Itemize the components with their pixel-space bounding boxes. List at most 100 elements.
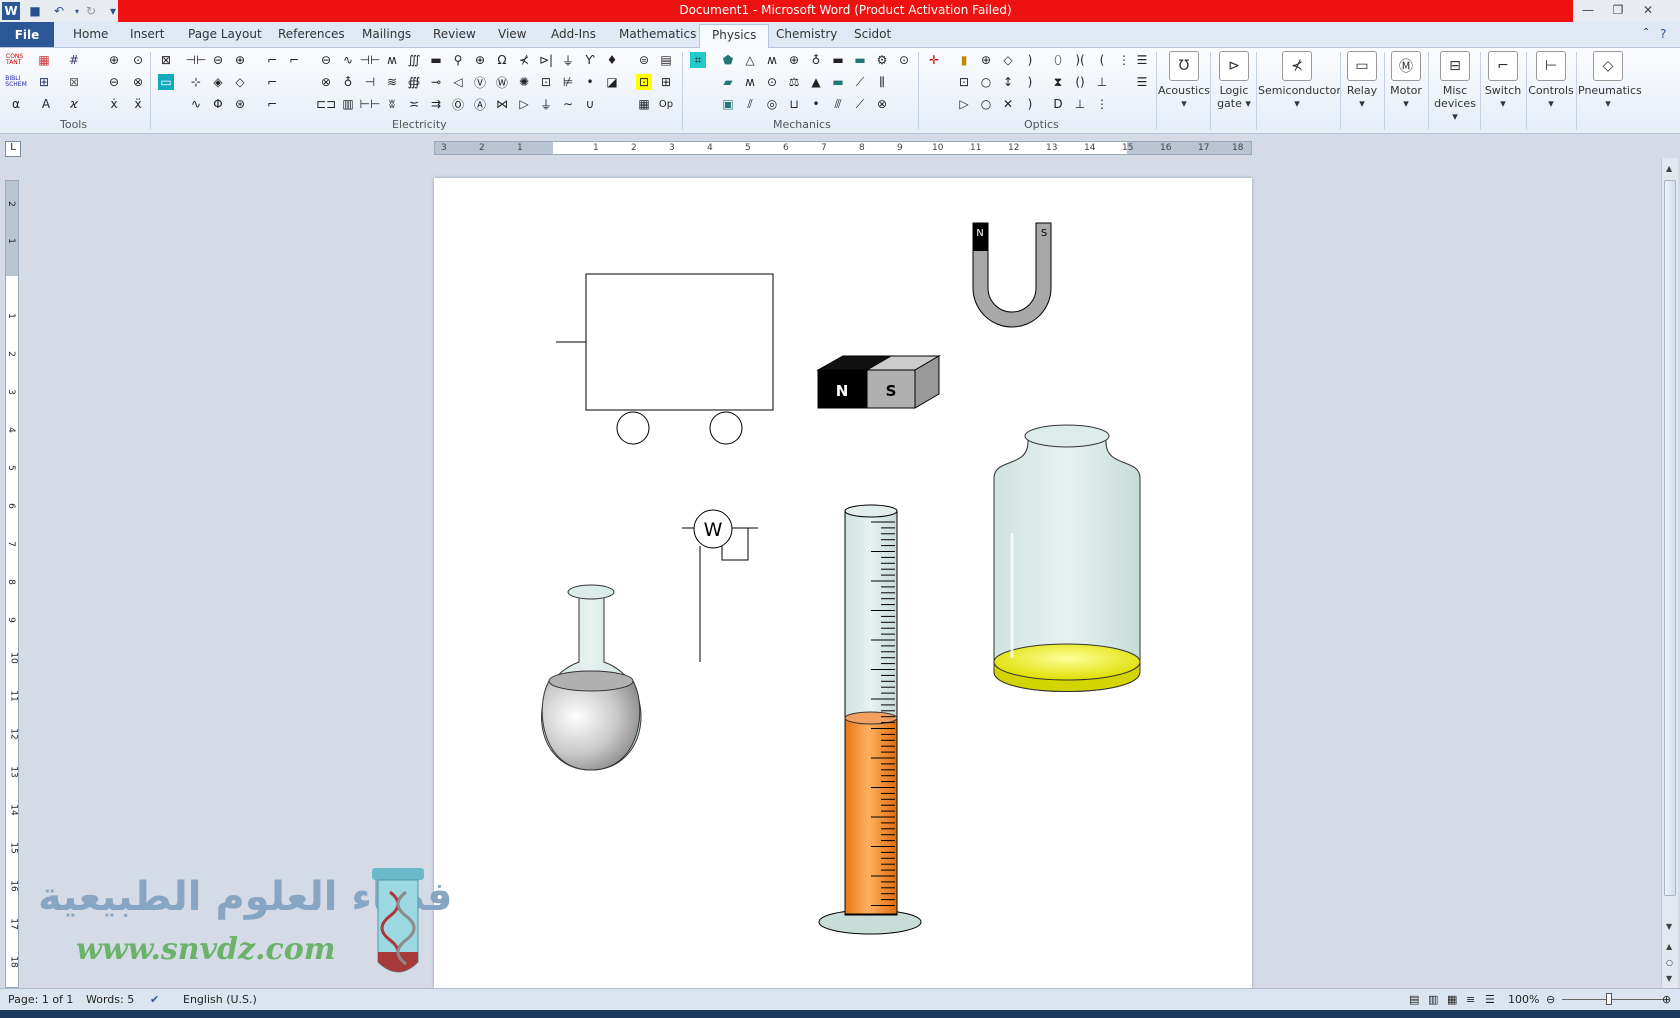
phi-icon[interactable]: Φ xyxy=(210,96,226,112)
disk-icon[interactable]: ⊙ xyxy=(764,74,780,90)
tab-scidot[interactable]: Scidot xyxy=(854,27,891,41)
pulley-icon[interactable]: ⊕ xyxy=(786,52,802,68)
round-flask-shape[interactable] xyxy=(541,584,642,771)
tab-view[interactable]: View xyxy=(498,27,526,41)
dotted-grid-icon[interactable]: ⊠ xyxy=(66,74,82,90)
constant-icon[interactable]: CONS TANT xyxy=(6,52,26,68)
web-layout-icon[interactable]: ▦ xyxy=(1447,993,1457,1006)
rod-icon[interactable]: ▬ xyxy=(830,52,846,68)
language-indicator[interactable]: English (U.S.) xyxy=(183,993,257,1006)
inductor-icon[interactable]: ∭ xyxy=(406,52,422,68)
ground-icon[interactable]: ⏚ xyxy=(560,52,576,68)
gear-icon[interactable]: ⚙ xyxy=(874,52,890,68)
tab-page-layout[interactable]: Page Layout xyxy=(188,27,262,41)
diode-pair-icon[interactable]: ⋈ xyxy=(494,96,510,112)
restore-icon[interactable]: ❐ xyxy=(1603,0,1633,20)
ground-hatch-icon[interactable]: ⫻ xyxy=(830,96,846,112)
ammeter-oval-icon[interactable]: ⊖ xyxy=(318,52,334,68)
convex-lens-icon[interactable]: ⬯ xyxy=(1050,52,1066,68)
grid-blue-icon[interactable]: ⊞ xyxy=(36,74,52,90)
mirror-2-icon[interactable]: ) xyxy=(1022,74,1038,90)
meter-box-icon[interactable]: ⊡ xyxy=(538,74,554,90)
fork-icon[interactable]: Ƴ xyxy=(582,52,598,68)
switch-3-icon[interactable]: ⌐ xyxy=(264,96,280,112)
cone-icon[interactable]: △ xyxy=(742,52,758,68)
lamp-icon[interactable]: ⊖ xyxy=(210,52,226,68)
battery-icon[interactable]: ⊣⊢ xyxy=(360,52,381,68)
relay-coil-icon[interactable]: ʬ xyxy=(384,96,400,112)
semiconductor-button[interactable]: ⊀ Semiconductor ▾ xyxy=(1258,51,1341,110)
meter-dial-icon[interactable]: ⊜ xyxy=(636,52,652,68)
proofing-icon[interactable]: ✔ xyxy=(150,993,159,1006)
zoom-slider-thumb[interactable] xyxy=(1606,993,1612,1005)
mass-dot-icon[interactable]: • xyxy=(808,96,824,112)
prism-icon[interactable]: ◇ xyxy=(1000,52,1016,68)
wattmeter-symbol[interactable]: W xyxy=(682,509,758,662)
tab-references[interactable]: References xyxy=(278,27,345,41)
scroll-up-icon[interactable]: ▲ xyxy=(1666,164,1672,173)
sensor-icon[interactable]: ◇ xyxy=(232,74,248,90)
cart-icon[interactable]: ▰ xyxy=(720,74,736,90)
cube-icon[interactable]: ◪ xyxy=(604,74,620,90)
glass-jar-shape[interactable] xyxy=(993,424,1141,692)
vertical-scrollbar[interactable]: ▲ ▼ ▲ ○ ▼ xyxy=(1661,158,1678,988)
circle-dot-icon[interactable]: ⊙ xyxy=(130,52,146,68)
horizontal-ruler[interactable]: 3 2 1 1 2 3 4 5 6 7 8 9 10 11 12 13 14 1… xyxy=(434,141,1252,155)
bell-icon[interactable]: ♁ xyxy=(340,74,356,90)
scroll-down-icon[interactable]: ▼ xyxy=(1666,922,1672,931)
flashlight-icon[interactable]: ▮ xyxy=(956,52,972,68)
resistor-wave-icon[interactable]: ∿ xyxy=(188,96,204,112)
lines-icon[interactable]: ☰ xyxy=(1134,52,1150,68)
wheel-icon[interactable]: ⊙ xyxy=(896,52,912,68)
curved-mirror-icon[interactable]: ( xyxy=(1094,52,1110,68)
save-icon[interactable]: ■ xyxy=(26,2,44,20)
prev-page-icon[interactable]: ▲ xyxy=(1666,942,1672,951)
scroll-thumb[interactable] xyxy=(1664,180,1676,896)
pneumatics-button[interactable]: ◇ Pneumatics ▾ xyxy=(1578,51,1642,110)
switch-open-icon[interactable]: ⌐ xyxy=(264,52,280,68)
switch-2-icon[interactable]: ⌐ xyxy=(264,74,280,90)
capsule-icon[interactable]: ▬ xyxy=(830,74,846,90)
voltmeter-icon[interactable]: Ⓥ xyxy=(472,74,488,90)
tab-mathematics[interactable]: Mathematics xyxy=(619,27,696,41)
relay-button[interactable]: ▭ Relay ▾ xyxy=(1342,51,1382,110)
minimize-ribbon-icon[interactable]: ⌃ xyxy=(1642,27,1650,38)
minimize-icon[interactable]: — xyxy=(1573,0,1603,20)
text-a-icon[interactable]: A xyxy=(38,96,54,112)
drop-icon[interactable]: ♦ xyxy=(604,52,620,68)
hourglass-icon[interactable]: ⧗ xyxy=(1050,74,1066,90)
warning-box-icon[interactable]: ⊡ xyxy=(636,74,652,90)
tab-review[interactable]: Review xyxy=(433,27,476,41)
light-source-icon[interactable]: ✛ xyxy=(926,52,942,68)
ohm-meter-icon[interactable]: Ⓞ xyxy=(450,96,466,112)
antenna-icon[interactable]: ⚲ xyxy=(450,52,466,68)
ramp-icon[interactable]: ⟋ xyxy=(852,96,868,112)
motor-button[interactable]: Ⓜ Motor ▾ xyxy=(1386,51,1426,110)
logic-gate-button[interactable]: ⊳ Logic gate ▾ xyxy=(1212,51,1256,110)
zoom-level[interactable]: 100% xyxy=(1508,993,1539,1006)
star-circle-icon[interactable]: ✺ xyxy=(516,74,532,90)
ammeter-icon[interactable]: Ⓐ xyxy=(472,96,488,112)
grid-icon[interactable]: # xyxy=(66,52,82,68)
acoustics-button[interactable]: Ʊ Acoustics ▾ xyxy=(1158,51,1210,110)
hatch-icon[interactable]: ⫽ xyxy=(742,96,758,112)
cart-shape[interactable] xyxy=(556,273,774,445)
circle-plus-icon[interactable]: ⊕ xyxy=(106,52,122,68)
tab-insert[interactable]: Insert xyxy=(130,27,164,41)
document-page[interactable]: N S N S W xyxy=(434,178,1252,988)
circuit-box-icon[interactable]: ⊠ xyxy=(158,52,174,68)
double-arrow-icon[interactable]: ↕ xyxy=(1000,74,1016,90)
lamp-cross-icon[interactable]: ⊗ xyxy=(318,74,334,90)
bench-icon[interactable]: ⊥ xyxy=(1072,96,1088,112)
full-screen-reading-icon[interactable]: ▥ xyxy=(1428,993,1438,1006)
xformer-icon[interactable]: ≍ xyxy=(406,96,422,112)
bibli-schem-icon[interactable]: BIBLI SCHEM xyxy=(5,74,26,90)
eye-icon[interactable]: ○ xyxy=(978,96,994,112)
balance-icon[interactable]: ⚖ xyxy=(786,74,802,90)
spring-icon[interactable]: ʍ xyxy=(764,52,780,68)
diode-circle-icon[interactable]: ◈ xyxy=(210,74,226,90)
incline-icon[interactable]: ⟋ xyxy=(852,74,868,90)
capacitor-var-icon[interactable]: ⊭ xyxy=(560,74,576,90)
zoom-slider[interactable] xyxy=(1562,999,1664,1000)
draft-icon[interactable]: ☰ xyxy=(1485,993,1495,1006)
